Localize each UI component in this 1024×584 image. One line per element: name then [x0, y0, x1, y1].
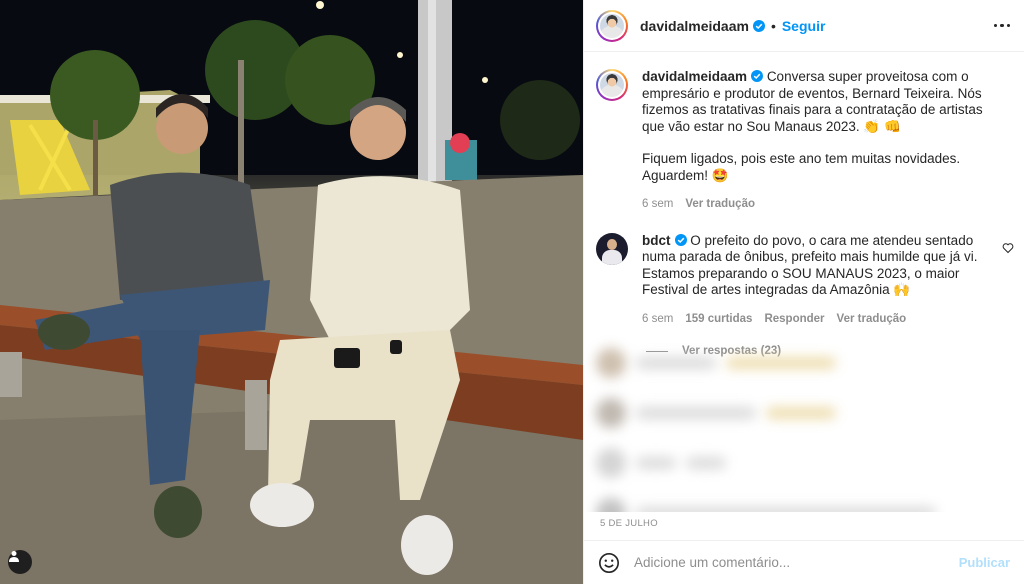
comment-composer: Publicar	[584, 540, 1024, 584]
heart-icon[interactable]	[1002, 242, 1014, 254]
comment-input[interactable]	[634, 555, 959, 570]
comment-likes[interactable]: 159 curtidas	[685, 311, 752, 328]
comments-section[interactable]: davidalmeidaam Conversa super proveitosa…	[584, 53, 1024, 512]
verified-badge-icon	[674, 233, 687, 246]
user-tag-button[interactable]	[8, 550, 32, 574]
post-sidebar: davidalmeidaam • Seguir davidalmeidaam C…	[583, 0, 1024, 584]
post-caption: davidalmeidaam Conversa super proveitosa…	[584, 69, 1024, 213]
author-username[interactable]: davidalmeidaam	[640, 18, 749, 34]
post-header: davidalmeidaam • Seguir	[584, 0, 1024, 52]
comment-meta: 6 sem 159 curtidas Responder Ver traduçã…	[642, 311, 998, 328]
comment-text: O prefeito do povo, o cara me atendeu se…	[642, 232, 978, 298]
follow-button[interactable]: Seguir	[782, 18, 826, 34]
publish-button[interactable]: Publicar	[959, 555, 1010, 570]
photo-scene	[0, 0, 583, 584]
more-options-icon[interactable]	[993, 23, 1010, 28]
comment-translate-button[interactable]: Ver tradução	[837, 311, 907, 328]
header-separator: •	[770, 17, 776, 34]
post-photo[interactable]	[0, 0, 583, 584]
caption-avatar[interactable]	[596, 69, 628, 101]
commenter-avatar[interactable]	[596, 232, 628, 265]
comment-time: 6 sem	[642, 312, 674, 325]
commenter-username[interactable]: bdct	[642, 233, 671, 248]
caption-meta: 6 sem Ver tradução	[642, 196, 998, 213]
author-avatar[interactable]	[596, 9, 628, 42]
verified-badge-icon	[752, 19, 765, 32]
caption-translate-button[interactable]: Ver tradução	[685, 196, 755, 213]
comment-item: bdct O prefeito do povo, o cara me atend…	[584, 232, 1024, 328]
user-tag-icon	[9, 551, 19, 562]
reply-button[interactable]: Responder	[764, 311, 824, 328]
caption-username[interactable]: davidalmeidaam	[642, 69, 747, 84]
emoji-icon[interactable]	[598, 552, 620, 574]
verified-badge-icon	[751, 70, 764, 82]
caption-text-2: Fiquem ligados, pois este ano tem muitas…	[642, 151, 961, 183]
post-date: 5 DE JULHO	[600, 518, 658, 529]
blurred-comments	[584, 338, 1024, 512]
caption-time: 6 sem	[642, 198, 674, 210]
